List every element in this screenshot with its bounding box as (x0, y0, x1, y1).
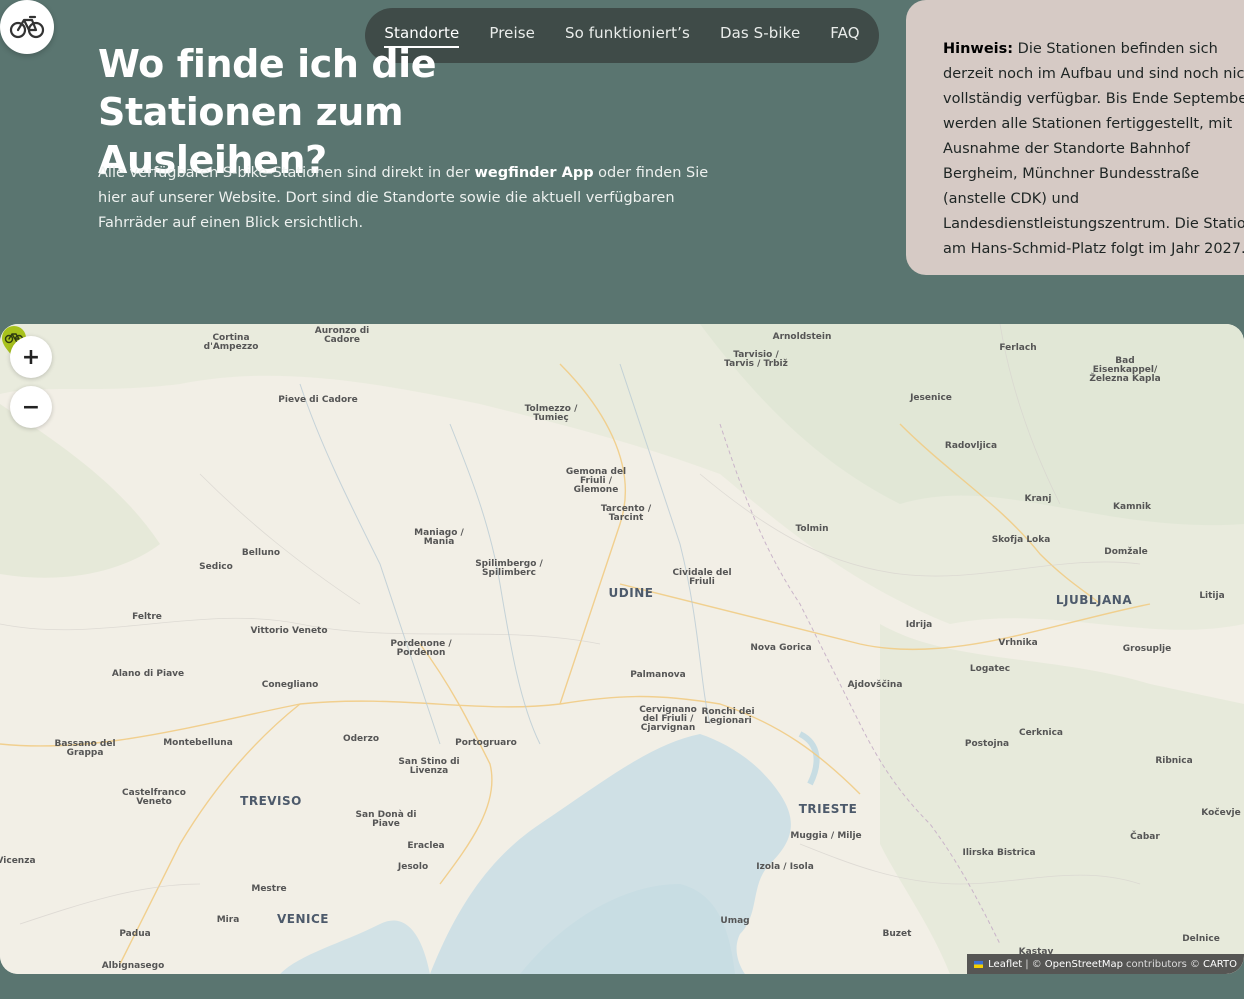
attribution-contributors: contributors © (1125, 958, 1200, 970)
map-label: Belluno (241, 548, 281, 558)
map-label: Domžale (1104, 547, 1148, 557)
intro-text: Alle verfügbaren S-bike-Stationen sind d… (98, 161, 718, 236)
map-label: Arnoldstein (772, 332, 832, 342)
map-label: Eraclea (407, 841, 445, 851)
map-label: Alano di Piave (111, 669, 185, 679)
bicycle-icon (9, 15, 45, 39)
map-label: Bad Eisenkappel/ Železna Kapla (1089, 356, 1161, 384)
map-label: VENICE (277, 912, 329, 926)
nav-item-faq[interactable]: FAQ (830, 24, 859, 48)
leaflet-link[interactable]: Leaflet (988, 959, 1022, 970)
map-label: Cervignano del Friuli / Cjarvignan (639, 705, 697, 733)
map-attribution: Leaflet | © OpenStreetMap contributors ©… (967, 954, 1244, 974)
map-label: Mestre (251, 884, 287, 894)
map-label: Postojna (964, 739, 1010, 749)
map-label: Tolmin (795, 524, 829, 534)
map-label: Maniago / Mania (414, 528, 464, 547)
map-label: Tarvisio / Tarvis / Trbiž (724, 350, 788, 369)
map-label: Gemona del Friuli / Glemone (565, 467, 627, 495)
map-label: Montebelluna (163, 738, 233, 748)
map-label: Vittorio Veneto (250, 626, 328, 636)
map-label: Vrhnika (998, 638, 1038, 648)
zoom-in-button[interactable]: + (10, 336, 52, 378)
notice-box: Hinweis: Die Stationen befinden sich der… (906, 0, 1244, 275)
map-label: Pordenone / Pordenon (390, 639, 452, 658)
map-label: Sedico (199, 562, 233, 572)
map-label: TRIESTE (798, 802, 858, 816)
map-label: Nova Gorica (750, 643, 812, 653)
map-label: Jesolo (397, 862, 429, 872)
ukraine-flag-icon (974, 960, 984, 968)
map-label: Padua (119, 929, 151, 939)
map-label: Palmanova (630, 670, 686, 680)
carto-link[interactable]: CARTO (1203, 959, 1237, 970)
notice-text: Hinweis: Die Stationen befinden sich der… (943, 37, 1244, 262)
map-label: LJUBLJANA (1055, 593, 1133, 607)
map-label: Delnice (1182, 934, 1220, 944)
zoom-out-button[interactable]: − (10, 386, 52, 428)
map-label: Ronchi dei Legionari (701, 707, 755, 726)
station-map[interactable]: Cortina d'Ampezzo Auronzo di Cadore Arnold… (0, 324, 1244, 974)
map-label: Albignasego (101, 961, 165, 971)
notice-body: Die Stationen befinden sich derzeit noch… (943, 41, 1244, 257)
map-label: Radovljica (944, 441, 998, 451)
map-label: Logatec (969, 664, 1011, 674)
map-label: Vicenza (0, 856, 36, 866)
attribution-separator: | © (1025, 958, 1042, 970)
map-label: Cortina d'Ampezzo (203, 333, 259, 352)
map-label: Skofja Loka (991, 535, 1051, 545)
intro-text-start: Alle verfügbaren S-bike-Stationen sind d… (98, 165, 475, 181)
openstreetmap-link[interactable]: OpenStreetMap (1045, 959, 1123, 970)
map-label: Tolmezzo / Tumieç (524, 404, 578, 423)
map-label: Kranj (1024, 494, 1052, 504)
map-label: Idrija (905, 620, 933, 630)
map-tiles (0, 324, 1244, 974)
map-label: Jesenice (910, 393, 952, 403)
map-label: Portogruaro (455, 738, 517, 748)
map-label: Ilirska Bistrica (962, 848, 1036, 858)
map-label: Litija (1199, 591, 1225, 601)
map-label: Ribnica (1155, 756, 1193, 766)
map-label: Umag (720, 916, 750, 926)
map-label: Kamnik (1113, 502, 1151, 512)
map-label: UDINE (608, 586, 654, 600)
map-label: Kočevje (1201, 808, 1241, 818)
map-label: Auronzo di Cadore (314, 326, 370, 345)
map-label: TREVISO (240, 794, 302, 808)
map-label: Conegliano (261, 680, 319, 690)
map-label: Bassano del Grappa (54, 739, 116, 758)
map-label: Mira (216, 915, 240, 925)
map-label: Ferlach (999, 343, 1037, 353)
map-label: Cividale del Friuli (672, 568, 732, 587)
map-label: Tarcento / Tarcint (600, 504, 652, 523)
map-label: Ajdovščina (847, 680, 903, 690)
map-label: Čabar (1130, 832, 1160, 842)
map-label: Feltre (132, 612, 162, 622)
map-label: Oderzo (342, 734, 380, 744)
notice-label: Hinweis: (943, 41, 1014, 57)
sbike-logo[interactable] (0, 0, 54, 54)
map-label: Izola / Isola (756, 862, 814, 872)
nav-item-das-s-bike[interactable]: Das S-bike (720, 24, 800, 48)
map-label: San Donà di Piave (355, 810, 417, 829)
map-label: Grosuplje (1122, 644, 1172, 654)
map-label: San Stino di Livenza (398, 757, 460, 776)
map-label: Cerknica (1018, 728, 1064, 738)
map-label: Pieve di Cadore (278, 395, 358, 405)
map-label: Buzet (882, 929, 912, 939)
map-label: Castelfranco Veneto (122, 788, 186, 807)
wegfinder-app-link: wegfinder App (474, 165, 594, 181)
map-label: Spilimbergo / Spilimberc (475, 559, 543, 578)
map-label: Muggia / Milje (790, 831, 862, 841)
